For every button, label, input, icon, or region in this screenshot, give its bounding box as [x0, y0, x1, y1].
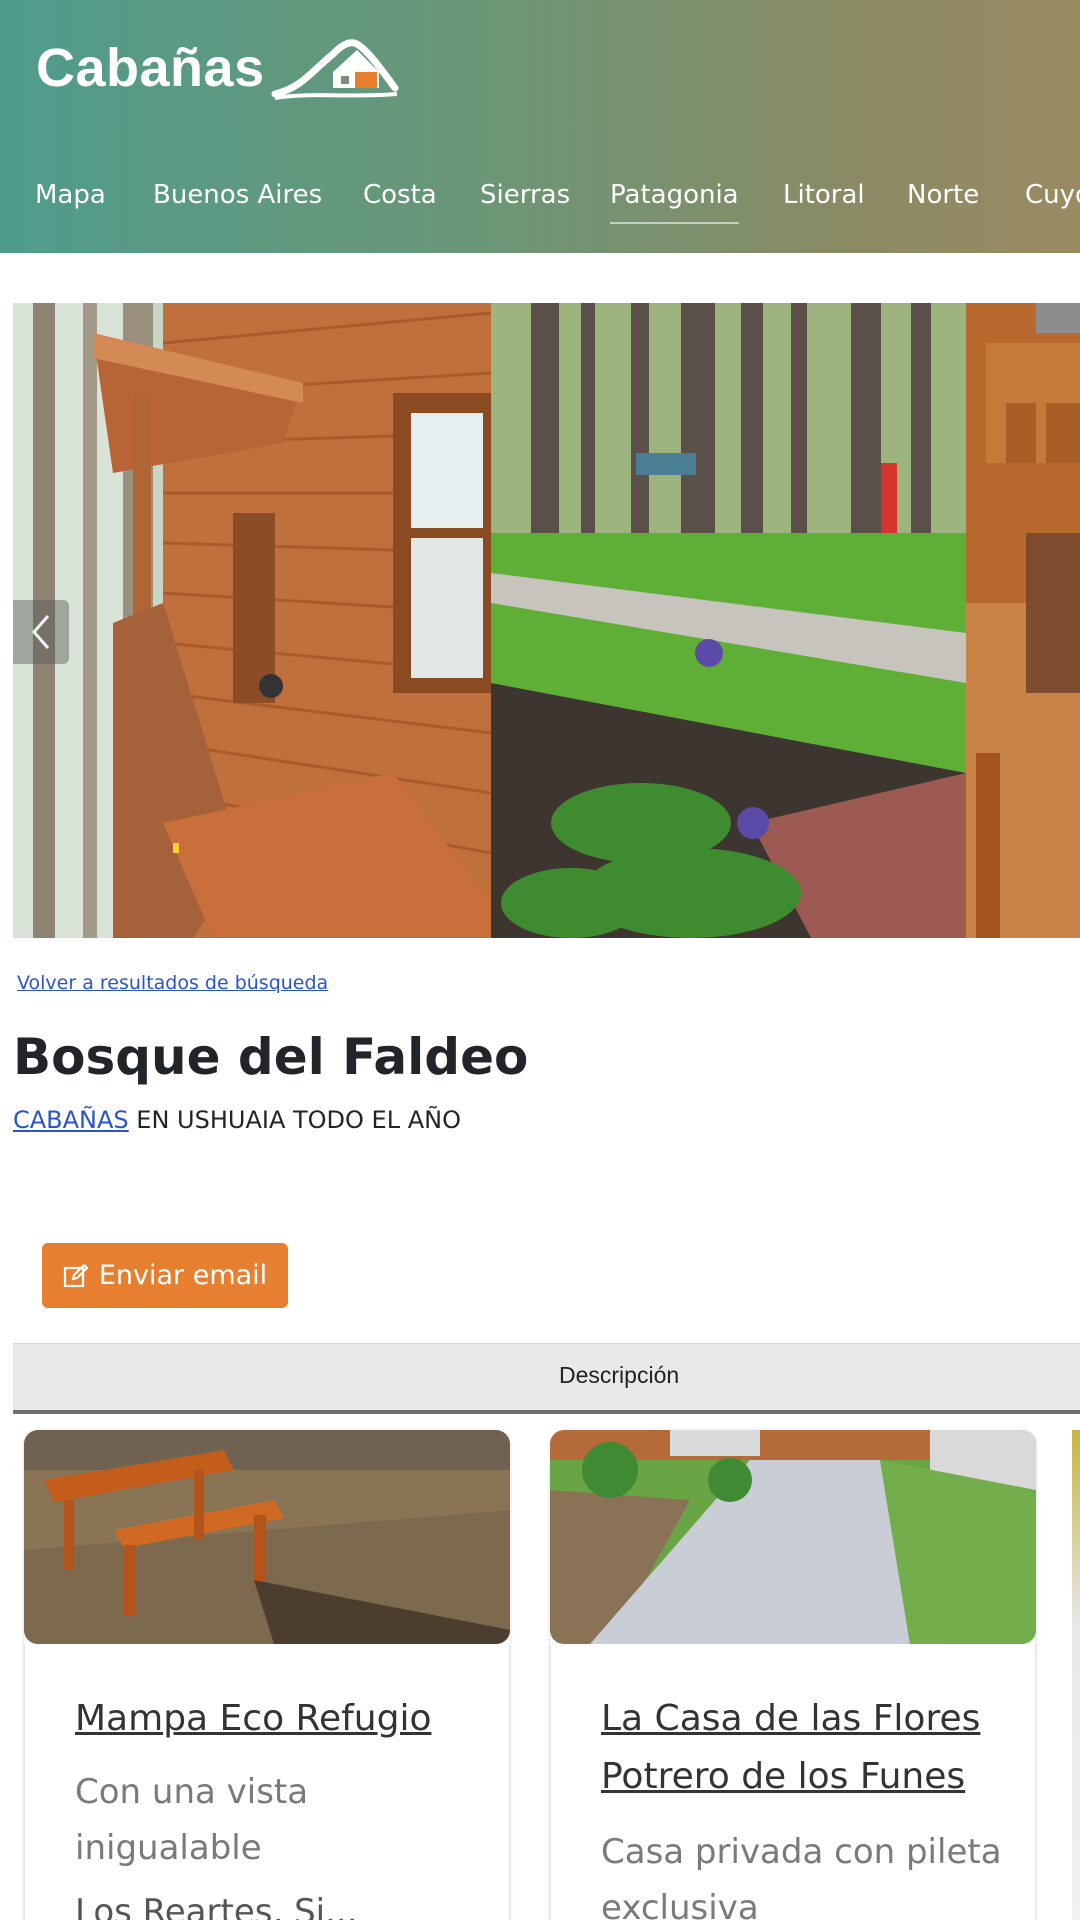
send-email-label: Enviar email	[98, 1260, 268, 1291]
region-nav: Mapa Buenos Aires Costa Sierras Patagoni…	[0, 170, 1080, 226]
cabin-roof-logo-icon	[271, 39, 399, 100]
card-location: Los Reartes, Si...	[75, 1892, 358, 1920]
nav-item-patagonia[interactable]: Patagonia	[610, 180, 739, 224]
back-to-results-link[interactable]: Volver a resultados de búsqueda	[17, 972, 328, 994]
card-title-link[interactable]: Mampa Eco Refugio	[75, 1690, 485, 1748]
forest-garden-photo[interactable]	[491, 303, 966, 938]
listing-subtitle-text: EN USHUAIA TODO EL AÑO	[128, 1106, 461, 1134]
card-photo-picnic-table[interactable]	[24, 1430, 510, 1644]
nav-item-buenos-aires[interactable]: Buenos Aires	[153, 180, 322, 210]
nav-item-litoral[interactable]: Litoral	[783, 180, 865, 210]
card-body: Mampa Eco Refugio Con una vista iniguala…	[24, 1644, 510, 1920]
chevron-left-icon	[32, 615, 50, 649]
gallery-prev-button[interactable]	[13, 600, 69, 664]
cabin-porch-photo[interactable]	[13, 303, 491, 938]
listing-card[interactable]: La Casa de las Flores Potrero de los Fun…	[550, 1430, 1036, 1920]
edit-icon	[63, 1262, 89, 1287]
card-body: La Casa de las Flores Potrero de los Fun…	[550, 1644, 1036, 1920]
site-header: Cabañas Mapa Buenos Aires Costa Sierras …	[0, 0, 1080, 253]
listing-card[interactable]: Mampa Eco Refugio Con una vista iniguala…	[24, 1430, 510, 1920]
listing-subtitle: CABAÑAS EN USHUAIA TODO EL AÑO	[13, 1106, 461, 1134]
card-title-link[interactable]: La Casa de las Flores Potrero de los Fun…	[601, 1690, 1011, 1806]
card-description: Con una vista inigualable	[75, 1772, 309, 1868]
send-email-button[interactable]: Enviar email	[42, 1243, 288, 1308]
nav-item-norte[interactable]: Norte	[907, 180, 979, 210]
nav-item-cuyo[interactable]: Cuyo	[1025, 180, 1080, 210]
logo-text: Cabañas	[36, 38, 265, 98]
tab-descripcion[interactable]: Descripción	[559, 1362, 679, 1389]
listing-title: Bosque del Faldeo	[13, 1028, 529, 1086]
nav-item-costa[interactable]: Costa	[363, 180, 437, 210]
next-card-edge	[1072, 1430, 1080, 1920]
category-link[interactable]: CABAÑAS	[13, 1106, 129, 1134]
nav-item-sierras[interactable]: Sierras	[480, 180, 570, 210]
tab-bar: Descripción	[13, 1343, 1080, 1414]
card-description: Casa privada con pileta exclusiva	[601, 1832, 1002, 1920]
photo-gallery[interactable]	[13, 303, 1080, 938]
site-logo[interactable]: Cabañas	[36, 32, 401, 104]
card-photo-garden-path[interactable]	[550, 1430, 1036, 1644]
cabin-interior-photo[interactable]	[966, 303, 1080, 938]
nav-item-mapa[interactable]: Mapa	[35, 180, 106, 210]
